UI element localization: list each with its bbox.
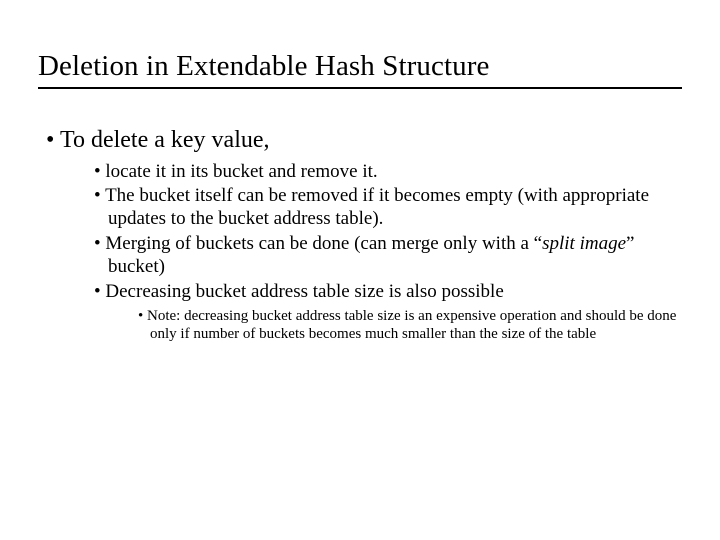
bullet-item: The bucket itself can be removed if it b… bbox=[94, 185, 682, 231]
bullet-text: The bucket itself can be removed if it b… bbox=[105, 185, 649, 229]
bullet-item: Decreasing bucket address table size is … bbox=[94, 281, 682, 344]
bullet-list-level1: To delete a key value, locate it in its … bbox=[46, 127, 682, 343]
bullet-item: locate it in its bucket and remove it. bbox=[94, 161, 682, 184]
bullet-item: To delete a key value, locate it in its … bbox=[46, 127, 682, 343]
bullet-item: Merging of buckets can be done (can merg… bbox=[94, 233, 682, 279]
bullet-list-level3: Note: decreasing bucket address table si… bbox=[108, 303, 682, 343]
bullet-text: Note: decreasing bucket address table si… bbox=[147, 308, 676, 342]
bullet-text: Merging of buckets can be done (can merg… bbox=[105, 233, 542, 254]
bullet-text: To delete a key value, bbox=[60, 127, 270, 153]
bullet-text: locate it in its bucket and remove it. bbox=[105, 161, 377, 182]
slide-title: Deletion in Extendable Hash Structure bbox=[38, 50, 682, 83]
bullet-text: Decreasing bucket address table size is … bbox=[105, 281, 503, 302]
slide: Deletion in Extendable Hash Structure To… bbox=[0, 0, 720, 540]
bullet-list-level2: locate it in its bucket and remove it. T… bbox=[62, 155, 682, 344]
bullet-item: Note: decreasing bucket address table si… bbox=[138, 307, 682, 343]
emphasized-text: split image bbox=[542, 233, 626, 254]
slide-body: To delete a key value, locate it in its … bbox=[38, 89, 682, 343]
